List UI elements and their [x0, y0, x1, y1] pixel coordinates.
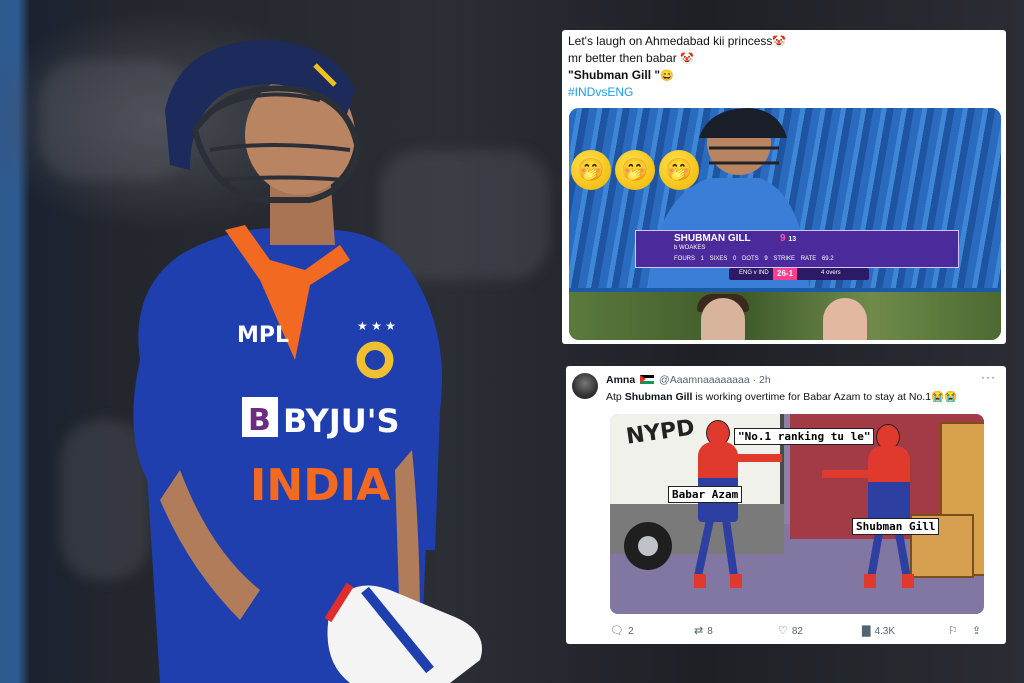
reply-icon: 🗨: [610, 625, 624, 637]
heart-icon: ♡: [778, 625, 788, 637]
tweet-card-1[interactable]: Let's laugh on Ahmedabad kii princess🤡 m…: [562, 30, 1006, 344]
tweet-2-actions: 🗨 2 ⇄ 8 ♡ 82 ▇ 4.3K ⚐ ⇪: [610, 624, 990, 640]
svg-text:★ ★ ★: ★ ★ ★: [357, 319, 396, 333]
jersey-brand-text: MPL: [237, 323, 289, 348]
smile-emoji: 😄: [660, 70, 674, 82]
tweet-time[interactable]: · 2h: [753, 374, 771, 386]
clown-emoji: 🤡: [772, 36, 787, 48]
hashtag-link[interactable]: #INDvsENG: [568, 84, 786, 100]
tweet-1-line-2: mr better then babar 🤡: [568, 51, 694, 65]
bookmark-button[interactable]: ⚐: [948, 624, 962, 637]
avatar[interactable]: [572, 373, 598, 399]
bald-man-face: [823, 298, 867, 340]
more-options-icon[interactable]: ···: [981, 370, 996, 384]
player-scorecard-graphic: SHUBMAN GILL 9 13 b WOAKES FOURS 1 SIXES…: [635, 230, 959, 268]
share-button[interactable]: ⇪: [972, 624, 985, 637]
svg-text:B: B: [248, 403, 271, 438]
bookmark-icon: ⚐: [948, 625, 958, 637]
views-button[interactable]: ▇ 4.3K: [862, 624, 895, 637]
clown-emoji: 🤡: [680, 53, 694, 65]
bar-chart-icon: ▇: [862, 625, 871, 637]
retweet-button[interactable]: ⇄ 8: [694, 624, 713, 637]
share-icon: ⇪: [972, 625, 982, 637]
jersey-sponsor-text: BYJU'S: [283, 402, 400, 440]
tweet-1-media[interactable]: 🤭 🤭 🤭 SHUBMAN GILL 9 13 b WOAKES FOURS 1…: [569, 108, 1001, 340]
spiderman-left: [698, 442, 738, 522]
face-with-hand-over-mouth-emoji: 🤭: [571, 150, 611, 190]
man-face: [701, 298, 745, 340]
match-score-bar: ENG v IND 26-1 4 overs: [729, 268, 869, 280]
crying-emoji: 😭😭: [931, 391, 958, 403]
tweet-1-line-1: Let's laugh on Ahmedabad kii princess🤡: [568, 34, 787, 48]
user-handle[interactable]: @Aaamnaaaaaaaa: [659, 374, 750, 386]
meme-label-left: Babar Azam: [668, 486, 743, 503]
jersey-country-text: INDIA: [250, 460, 390, 511]
reply-button[interactable]: 🗨 2: [610, 624, 634, 637]
match-overs: 4 overs: [821, 270, 841, 276]
retweet-icon: ⇄: [694, 625, 704, 637]
meme-label-right: Shubman Gill: [852, 518, 940, 535]
face-with-hand-over-mouth-emoji: 🤭: [615, 150, 655, 190]
tweet-card-2[interactable]: Amna @Aaamnaaaaaaaa · 2h ··· Atp Shubman…: [566, 366, 1006, 644]
spiderman-meme-image[interactable]: NYPD "No.1 ranking tu le" Babar Azam Shu…: [610, 414, 984, 614]
like-button[interactable]: ♡ 82: [778, 624, 803, 637]
match-score: 26-1: [773, 268, 798, 280]
scorecard-runs: 9 13: [780, 233, 797, 244]
tweet-2-text: Atp Shubman Gill is working overtime for…: [606, 391, 958, 403]
tweet-2-header: Amna @Aaamnaaaaaaaa · 2h: [606, 374, 771, 386]
scorecard-dismissal: b WOAKES: [674, 245, 706, 251]
meme-caption-quote: "No.1 ranking tu le": [734, 428, 875, 445]
spiderman-right: [868, 446, 910, 526]
player-photo: MPL B BYJU'S INDIA ★ ★ ★: [133, 40, 482, 683]
scorecard-player-name: SHUBMAN GILL: [674, 233, 751, 244]
match-teams: ENG v IND: [739, 270, 769, 276]
truck-wheel: [624, 522, 672, 570]
palestine-flag-icon: [640, 375, 655, 384]
face-with-hand-over-mouth-emoji: 🤭: [659, 150, 699, 190]
display-name[interactable]: Amna: [606, 374, 635, 386]
tweet-1-line-3: "Shubman Gill "😄: [568, 68, 674, 82]
tweet-1-text: Let's laugh on Ahmedabad kii princess🤡 m…: [568, 33, 786, 100]
scorecard-stats: FOURS 1 SIXES 0 DOTS 9 STRIKE RATE 69.2: [674, 256, 834, 262]
reaction-image-strip: [569, 292, 1001, 340]
